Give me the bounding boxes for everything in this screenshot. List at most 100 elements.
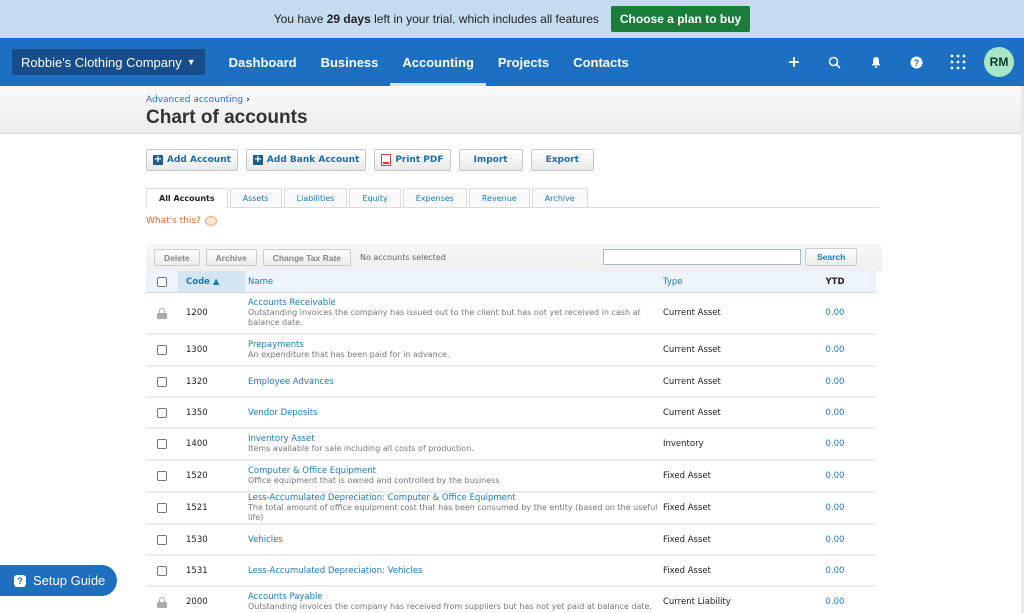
account-ytd-link[interactable]: 0.00 xyxy=(780,408,860,418)
organization-switcher[interactable]: Robbie's Clothing Company ▼ xyxy=(12,49,205,75)
account-code: 1531 xyxy=(186,565,208,576)
nav-item-contacts[interactable]: Contacts xyxy=(561,38,641,86)
account-ytd-link[interactable]: 0.00 xyxy=(780,597,860,607)
row-checkbox[interactable] xyxy=(157,376,167,387)
tab-equity[interactable]: Equity xyxy=(349,188,401,207)
help-icon[interactable]: ? xyxy=(896,38,937,86)
account-name-link[interactable]: Prepayments xyxy=(248,340,663,350)
change-tax-rate-button[interactable]: Change Tax Rate xyxy=(262,249,352,266)
account-type: Fixed Asset xyxy=(663,565,711,576)
account-name-link[interactable]: Computer & Office Equipment xyxy=(248,466,663,476)
row-checkbox[interactable] xyxy=(157,345,167,355)
account-description: The total amount of office equipment cos… xyxy=(248,503,658,522)
whats-this-link[interactable]: What's this? xyxy=(146,216,880,226)
page-title: Chart of accounts xyxy=(146,107,308,128)
account-name-link[interactable]: Inventory Asset xyxy=(248,434,663,444)
table-row[interactable]: 1350 Vendor Deposits Current Asset 0.00 xyxy=(146,398,876,429)
table-row[interactable]: 1200 Accounts Receivable Outstanding invoi… xyxy=(146,293,876,335)
row-checkbox[interactable] xyxy=(157,565,167,576)
row-checkbox[interactable] xyxy=(157,503,167,513)
account-name-link[interactable]: Less-Accumulated Depreciation: Computer … xyxy=(248,493,663,503)
table-row[interactable]: 1530 Vehicles Fixed Asset 0.00 xyxy=(146,525,876,556)
nav-item-dashboard[interactable]: Dashboard xyxy=(217,38,309,86)
account-code: 1200 xyxy=(186,308,208,318)
search-button[interactable]: Search xyxy=(805,248,858,266)
account-ytd-link[interactable]: 0.00 xyxy=(780,377,860,387)
account-ytd-link[interactable]: 0.00 xyxy=(780,535,860,545)
lock-icon xyxy=(157,307,167,319)
table-row[interactable]: 2000 Accounts Payable Outstanding invoices… xyxy=(146,587,876,613)
main-menu: Dashboard Business Accounting Projects Conta… xyxy=(217,38,641,86)
account-ytd-link[interactable]: 0.00 xyxy=(780,345,860,355)
accounts-table-body: 1200 Accounts Receivable Outstanding invoi… xyxy=(146,293,880,613)
account-name-link[interactable]: Less-Accumulated Depreciation: Vehicles xyxy=(248,566,663,576)
breadcrumb-link[interactable]: Advanced accounting xyxy=(146,95,243,105)
search-icon[interactable] xyxy=(814,38,855,86)
account-name-link[interactable]: Accounts Payable xyxy=(248,592,663,602)
tab-archive[interactable]: Archive xyxy=(531,188,588,207)
account-type: Fixed Asset xyxy=(663,503,711,513)
nav-item-business[interactable]: Business xyxy=(309,38,391,86)
selection-status: No accounts selected xyxy=(360,253,446,262)
account-ytd-link[interactable]: 0.00 xyxy=(780,471,860,481)
account-name-link[interactable]: Vendor Deposits xyxy=(248,408,663,418)
table-row[interactable]: 1521 Less-Accumulated Depreciation: Compu… xyxy=(146,493,876,525)
code-column-header[interactable]: Code ▲ xyxy=(178,271,245,292)
import-button[interactable]: Import xyxy=(458,149,523,171)
bulk-action-bar: Delete Archive Change Tax Rate No accoun… xyxy=(146,244,882,271)
account-type: Current Asset xyxy=(663,345,721,355)
select-all-checkbox[interactable] xyxy=(157,276,167,287)
delete-button[interactable]: Delete xyxy=(154,249,200,266)
apps-grid-icon[interactable] xyxy=(937,38,978,86)
type-column-header[interactable]: Type xyxy=(663,277,780,287)
account-ytd-link[interactable]: 0.00 xyxy=(780,439,860,449)
nav-item-projects[interactable]: Projects xyxy=(486,38,561,86)
nav-item-accounting[interactable]: Accounting xyxy=(390,38,486,86)
account-ytd-link[interactable]: 0.00 xyxy=(780,308,860,318)
archive-button[interactable]: Archive xyxy=(205,249,257,266)
user-avatar[interactable]: RM xyxy=(984,47,1014,77)
row-checkbox[interactable] xyxy=(157,534,167,545)
name-column-header[interactable]: Name xyxy=(245,277,663,287)
account-code: 1400 xyxy=(186,439,208,449)
table-row[interactable]: 1320 Employee Advances Current Asset 0.00 xyxy=(146,367,876,398)
table-row[interactable]: 1300 Prepayments An expenditure that has b… xyxy=(146,335,876,367)
account-name-link[interactable]: Accounts Receivable xyxy=(248,298,663,308)
print-pdf-button[interactable]: Print PDF xyxy=(374,149,451,171)
bell-icon[interactable] xyxy=(855,38,896,86)
account-type: Fixed Asset xyxy=(663,534,711,545)
tab-all-accounts[interactable]: All Accounts xyxy=(146,188,228,208)
account-ytd-link[interactable]: 0.00 xyxy=(780,503,860,513)
account-description: Outstanding invoices the company has iss… xyxy=(248,308,641,327)
row-checkbox[interactable] xyxy=(157,471,167,481)
add-account-button[interactable]: + Add Account xyxy=(146,149,238,171)
row-checkbox[interactable] xyxy=(157,439,167,449)
table-row[interactable]: 1531 Less-Accumulated Depreciation: Vehic… xyxy=(146,556,876,587)
account-name-link[interactable]: Vehicles xyxy=(248,535,663,545)
plus-icon[interactable] xyxy=(773,38,814,86)
export-button[interactable]: Export xyxy=(530,149,594,171)
ytd-column-header: YTD xyxy=(825,276,845,287)
add-bank-account-button[interactable]: + Add Bank Account xyxy=(245,149,367,171)
account-name-link[interactable]: Employee Advances xyxy=(248,377,663,387)
breadcrumb: Advanced accounting › xyxy=(146,95,1024,105)
search-input[interactable] xyxy=(603,249,801,265)
table-row[interactable]: 1520 Computer & Office Equipment Office eq… xyxy=(146,461,876,493)
tab-liabilities[interactable]: Liabilities xyxy=(283,188,348,207)
caret-down-icon: ▼ xyxy=(186,57,196,67)
tab-expenses[interactable]: Expenses xyxy=(402,188,467,207)
row-checkbox[interactable] xyxy=(157,407,167,418)
setup-guide-button[interactable]: ? Setup Guide xyxy=(0,565,117,596)
account-type-tabs: All Accounts Assets Liabilities Equity Expen… xyxy=(146,188,879,208)
tab-revenue[interactable]: Revenue xyxy=(468,188,530,207)
choose-plan-button[interactable]: Choose a plan to buy xyxy=(610,6,751,32)
trial-banner: You have 29 days left in your trial, whi… xyxy=(0,0,1024,38)
table-row[interactable]: 1400 Inventory Asset Items available for s… xyxy=(146,429,876,461)
account-code: 1520 xyxy=(186,471,208,481)
page-header: Advanced accounting › Chart of accounts xyxy=(0,86,1024,134)
account-type: Current Asset xyxy=(663,376,721,387)
tab-assets[interactable]: Assets xyxy=(229,188,282,207)
account-ytd-link[interactable]: 0.00 xyxy=(780,566,860,576)
plus-square-icon: + xyxy=(252,154,263,165)
account-description: An expenditure that has been paid for in… xyxy=(248,350,450,359)
